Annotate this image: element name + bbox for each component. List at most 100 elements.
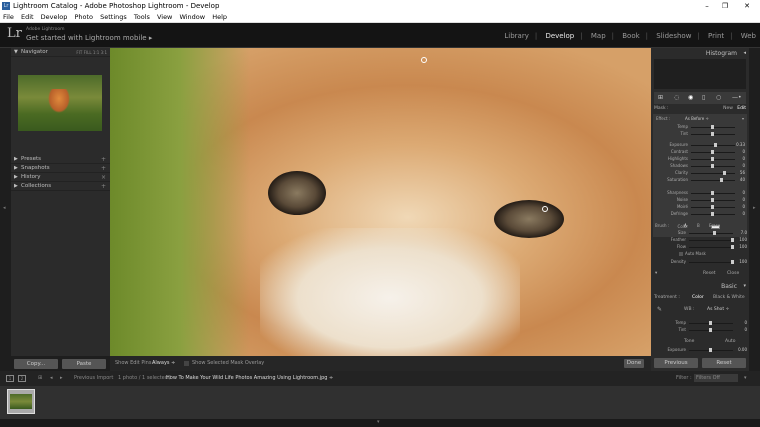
filename-label[interactable]: How To Make Your Wild Life Photos Amazin… [166, 371, 333, 386]
module-book[interactable]: Book [622, 32, 639, 40]
filter-lock-icon[interactable]: ▾ [744, 371, 747, 386]
brush-erase-button[interactable]: Erase [709, 222, 720, 229]
previous-import-label[interactable]: Previous Import [74, 371, 113, 386]
copy-button[interactable]: Copy... [14, 359, 58, 369]
previous-button[interactable]: Previous [654, 358, 698, 368]
menu-tools[interactable]: Tools [134, 13, 150, 21]
slider-noise[interactable]: Noise 0 [653, 197, 747, 203]
slider-shadows[interactable]: Shadows 0 [653, 163, 747, 169]
slider-temp[interactable]: Temp [653, 124, 747, 130]
spot-removal-icon[interactable]: ◌ [674, 94, 679, 101]
brush-b-button[interactable]: B [697, 222, 700, 229]
maximize-icon[interactable]: ❐ [718, 0, 732, 12]
basic-exposure[interactable]: Exposure 0.00 [651, 347, 749, 353]
basic-temp[interactable]: Temp 0 [651, 320, 749, 326]
minimize-icon[interactable]: – [700, 0, 714, 12]
add-snapshot-icon[interactable]: + [101, 164, 106, 173]
menu-settings[interactable]: Settings [100, 13, 127, 21]
slider-moire[interactable]: Moiré 0 [653, 204, 747, 210]
presets-header[interactable]: ▶ Presets + [11, 155, 110, 164]
treatment-bw-button[interactable]: Black & White [713, 294, 745, 301]
zoom-1-1[interactable]: 1:1 [93, 50, 99, 55]
red-eye-icon[interactable]: ◉ [688, 94, 693, 101]
module-print[interactable]: Print [708, 32, 724, 40]
module-slideshow[interactable]: Slideshow [656, 32, 691, 40]
left-panel-toggle-icon[interactable]: ◂ [3, 205, 6, 211]
effect-select[interactable]: As Before ÷ [685, 116, 709, 122]
adjustment-brush-icon[interactable]: —• [732, 94, 742, 101]
treatment-color-button[interactable]: Color [692, 294, 704, 301]
menu-edit[interactable]: Edit [21, 13, 34, 21]
paste-button[interactable]: Paste [62, 359, 106, 369]
graduated-filter-icon[interactable]: ▯ [702, 94, 705, 101]
brush-flow[interactable]: Flow 100 [651, 244, 749, 250]
mask-edit-button[interactable]: Edit [737, 106, 746, 111]
menu-help[interactable]: Help [212, 13, 227, 21]
zoom-3-1[interactable]: 3:1 [101, 50, 107, 55]
brush-cursor-icon[interactable] [542, 206, 548, 212]
zoom-fill[interactable]: FILL [84, 50, 92, 55]
basic-header[interactable]: Basic ▾ [651, 281, 749, 292]
edit-pin-icon[interactable] [421, 57, 427, 63]
brush-feather[interactable]: Feather 100 [651, 237, 749, 243]
navigator-preview[interactable] [18, 75, 102, 131]
menu-develop[interactable]: Develop [41, 13, 68, 21]
auto-mask-row[interactable]: Auto Mask [651, 251, 749, 257]
snapshots-header[interactable]: ▶ Snapshots + [11, 164, 110, 173]
navigator-header[interactable]: ▼ Navigator FIT FILL 1:1 3:1 [11, 48, 110, 57]
histogram-header[interactable]: Histogram ◂ [651, 48, 749, 59]
slider-defringe[interactable]: Defringe 0 [653, 211, 747, 217]
back-arrow-icon[interactable]: ◂ [50, 371, 53, 386]
filmstrip-thumbnail[interactable] [7, 389, 35, 414]
tone-auto-button[interactable]: Auto [725, 338, 735, 345]
menu-view[interactable]: View [157, 13, 172, 21]
auto-mask-checkbox[interactable] [679, 252, 683, 256]
add-preset-icon[interactable]: + [101, 155, 106, 164]
slider-clarity[interactable]: Clarity 56 [653, 170, 747, 176]
filmstrip-toggle-icon[interactable]: ▾ [377, 419, 380, 425]
wb-eyedropper-icon[interactable]: ✎ [657, 306, 662, 313]
clear-history-icon[interactable]: × [101, 173, 106, 182]
brush-a-button[interactable]: A [684, 222, 687, 229]
radial-filter-icon[interactable]: ○ [716, 94, 721, 101]
menu-window[interactable]: Window [179, 13, 205, 21]
module-library[interactable]: Library [504, 32, 528, 40]
overlay-checkbox[interactable] [184, 361, 189, 366]
add-collection-icon[interactable]: + [101, 182, 106, 191]
brush-density[interactable]: Density 100 [651, 259, 749, 265]
reset-button[interactable]: Reset [702, 358, 746, 368]
module-web[interactable]: Web [741, 32, 756, 40]
history-header[interactable]: ▶ History × [11, 173, 110, 182]
monitor-1-icon[interactable]: 1 [6, 375, 14, 382]
menu-photo[interactable]: Photo [74, 13, 93, 21]
grid-icon[interactable]: ⊞ [38, 371, 42, 386]
mask-new-button[interactable]: New [723, 106, 733, 111]
slider-sharpness[interactable]: Sharpness 0 [653, 190, 747, 196]
brush-size[interactable]: Size 7.0 [651, 230, 749, 236]
panel-close-button[interactable]: Close [727, 269, 739, 278]
monitor-2-icon[interactable]: 2 [18, 375, 26, 382]
slider-saturation[interactable]: Saturation 40 [653, 177, 747, 183]
module-map[interactable]: Map [591, 32, 606, 40]
panel-menu-icon[interactable]: ▾ [655, 269, 657, 278]
slider-exposure[interactable]: Exposure 0.33 [653, 142, 747, 148]
basic-tint[interactable]: Tint 0 [651, 327, 749, 333]
panel-collapse-icon[interactable]: ▾ [742, 116, 744, 122]
menu-file[interactable]: File [3, 13, 14, 21]
wb-select[interactable]: As Shot ÷ [707, 306, 729, 313]
slider-highlights[interactable]: Highlights 0 [653, 156, 747, 162]
panel-reset-button[interactable]: Reset [703, 269, 716, 278]
collections-header[interactable]: ▶ Collections + [11, 182, 110, 191]
close-icon[interactable]: ✕ [740, 0, 754, 12]
slider-tint[interactable]: Tint [653, 131, 747, 137]
edit-pins-select[interactable]: Always ÷ [152, 356, 175, 371]
slider-contrast[interactable]: Contrast 0 [653, 149, 747, 155]
photo-canvas[interactable] [110, 48, 651, 356]
done-button[interactable]: Done [624, 359, 644, 368]
forward-arrow-icon[interactable]: ▸ [60, 371, 63, 386]
crop-icon[interactable]: ⊞ [658, 94, 663, 101]
zoom-fit[interactable]: FIT [76, 50, 82, 55]
filter-select[interactable]: Filters Off [694, 374, 738, 382]
module-develop[interactable]: Develop [545, 32, 574, 40]
lightroom-mobile-link[interactable]: Get started with Lightroom mobile ▸ [26, 34, 152, 42]
